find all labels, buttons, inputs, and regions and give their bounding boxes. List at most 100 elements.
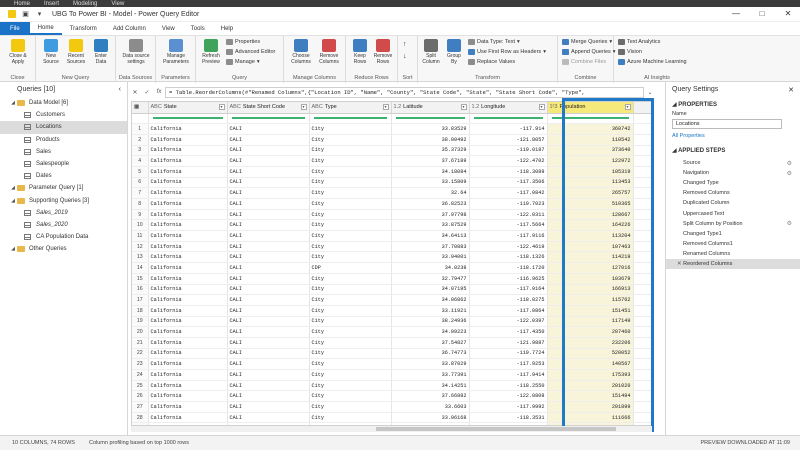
tab-tools[interactable]: Tools bbox=[183, 22, 213, 35]
query-item[interactable]: CA Population Data bbox=[0, 231, 127, 243]
maximize-icon[interactable]: □ bbox=[756, 9, 768, 18]
column-filter-dropdown-icon[interactable]: ▾ bbox=[382, 104, 389, 110]
merge-queries-button[interactable]: Merge Queries ▾ bbox=[562, 39, 612, 45]
query-name-input[interactable]: Locations bbox=[672, 119, 782, 129]
cell-state[interactable]: California bbox=[148, 316, 228, 328]
cell-longitude[interactable]: -122.4702 bbox=[469, 155, 548, 167]
cell-latitude[interactable]: 37.66882 bbox=[391, 390, 470, 403]
cell-type[interactable]: City bbox=[309, 401, 392, 413]
cell-population[interactable]: 207460 bbox=[547, 326, 634, 338]
cell-state-short-code[interactable]: CALI bbox=[227, 401, 310, 413]
cell-type[interactable]: City bbox=[309, 358, 392, 370]
applied-step[interactable]: Renamed Columns bbox=[666, 249, 800, 259]
cell-type[interactable]: City bbox=[309, 209, 392, 221]
cell-population[interactable]: 201899 bbox=[547, 401, 634, 413]
cell-latitude[interactable]: 33.87529 bbox=[391, 219, 470, 232]
cell-latitude[interactable]: 33.6603 bbox=[391, 401, 470, 413]
cell-state[interactable]: California bbox=[148, 294, 228, 306]
column-filter-dropdown-icon[interactable]: ▾ bbox=[300, 104, 307, 110]
cell-population[interactable]: 111666 bbox=[547, 412, 634, 424]
row-number[interactable]: 2 bbox=[132, 134, 149, 146]
cell-longitude[interactable]: -117.9414 bbox=[469, 369, 548, 381]
cell-population[interactable]: 166913 bbox=[547, 284, 634, 296]
expand-caret-icon[interactable]: ◢ bbox=[9, 246, 17, 252]
row-number[interactable]: 9 bbox=[132, 209, 149, 221]
cell-longitude[interactable]: -117.3506 bbox=[469, 177, 548, 189]
cell-longitude[interactable]: -117.914 bbox=[469, 123, 548, 135]
recent-sources-button[interactable]: Recent Sources bbox=[65, 39, 87, 65]
cell-latitude[interactable]: 32.79477 bbox=[391, 273, 470, 285]
split-column-button[interactable]: Split Column bbox=[420, 39, 442, 65]
save-icon[interactable]: ▣ bbox=[21, 10, 30, 19]
row-number[interactable]: 17 bbox=[132, 294, 149, 306]
query-item[interactable]: Locations bbox=[0, 121, 127, 134]
cell-state-short-code[interactable]: CALI bbox=[227, 241, 310, 253]
cell-population[interactable]: 265757 bbox=[547, 187, 634, 199]
row-number[interactable]: 11 bbox=[132, 230, 149, 242]
cell-type[interactable]: City bbox=[309, 337, 392, 349]
column-type-icon[interactable]: ABC bbox=[312, 104, 323, 110]
cell-state[interactable]: California bbox=[148, 412, 228, 424]
cell-type[interactable]: City bbox=[309, 326, 392, 338]
cell-type[interactable]: City bbox=[309, 305, 392, 317]
cell-longitude[interactable]: -117.0864 bbox=[469, 305, 548, 317]
row-number[interactable]: 20 bbox=[132, 326, 149, 338]
cell-population[interactable]: 105319 bbox=[547, 166, 634, 178]
cell-state[interactable]: California bbox=[148, 219, 228, 232]
cell-state[interactable]: California bbox=[148, 358, 228, 370]
cell-state-short-code[interactable]: CALI bbox=[227, 177, 310, 189]
cell-latitude[interactable]: 32.64 bbox=[391, 187, 470, 199]
cell-longitude[interactable]: -122.0808 bbox=[469, 390, 548, 403]
row-number[interactable]: 16 bbox=[132, 284, 149, 296]
cell-state-short-code[interactable]: CALI bbox=[227, 358, 310, 370]
text-analytics-button[interactable]: Text Analytics bbox=[618, 39, 660, 45]
cell-state-short-code[interactable]: CALI bbox=[227, 187, 310, 199]
row-number[interactable]: 28 bbox=[132, 412, 149, 424]
quick-access-dropdown-icon[interactable]: ▾ bbox=[35, 10, 44, 19]
query-item[interactable]: Products bbox=[0, 134, 127, 146]
cell-population[interactable]: 114219 bbox=[547, 251, 634, 264]
cell-type[interactable]: City bbox=[309, 145, 392, 157]
azure-ml-button[interactable]: Azure Machine Learning bbox=[618, 59, 687, 65]
row-number[interactable]: 1 bbox=[132, 123, 149, 135]
cell-latitude[interactable]: 34.18084 bbox=[391, 166, 470, 178]
cell-longitude[interactable]: -118.3531 bbox=[469, 412, 548, 424]
replace-values-button[interactable]: Replace Values bbox=[468, 59, 515, 65]
scrollbar-thumb[interactable] bbox=[376, 427, 616, 431]
cell-longitude[interactable]: -117.5664 bbox=[469, 219, 548, 232]
choose-columns-button[interactable]: Choose Columns bbox=[288, 39, 314, 65]
formula-input[interactable]: = Table.ReorderColumns(#"Renamed Columns… bbox=[165, 86, 644, 98]
cell-population[interactable]: 201020 bbox=[547, 380, 634, 392]
cell-longitude[interactable]: -122.0397 bbox=[469, 316, 548, 328]
row-number[interactable]: 10 bbox=[132, 219, 149, 232]
cell-longitude[interactable]: -118.3089 bbox=[469, 166, 548, 178]
cell-longitude[interactable]: -119.7023 bbox=[469, 198, 548, 210]
expand-caret-icon[interactable]: ◢ bbox=[9, 198, 17, 204]
query-item[interactable]: Sales_2019 bbox=[0, 207, 127, 219]
powerbi-menu-item[interactable]: Insert bbox=[44, 1, 59, 7]
cell-longitude[interactable]: -117.9253 bbox=[469, 358, 548, 370]
cell-latitude[interactable]: 37.70883 bbox=[391, 241, 470, 253]
cell-state[interactable]: California bbox=[148, 337, 228, 349]
cell-population[interactable]: 110542 bbox=[547, 134, 634, 146]
cell-state-short-code[interactable]: CALI bbox=[227, 337, 310, 349]
applied-step[interactable]: Source ⚙ bbox=[666, 158, 800, 168]
row-number[interactable]: 8 bbox=[132, 198, 149, 210]
cell-state[interactable]: California bbox=[148, 390, 228, 403]
row-number[interactable]: 4 bbox=[132, 155, 149, 167]
cell-population[interactable]: 510365 bbox=[547, 198, 634, 210]
cell-latitude[interactable]: 34.09223 bbox=[391, 326, 470, 338]
cell-latitude[interactable]: 34.64113 bbox=[391, 230, 470, 242]
row-number[interactable]: 18 bbox=[132, 305, 149, 317]
remove-rows-button[interactable]: Remove Rows bbox=[372, 39, 394, 65]
cell-state-short-code[interactable]: CALI bbox=[227, 273, 310, 285]
row-number[interactable]: 26 bbox=[132, 390, 149, 403]
row-number[interactable]: 24 bbox=[132, 369, 149, 381]
applied-step[interactable]: Split Column by Position ⚙ bbox=[666, 219, 800, 229]
advanced-editor-button[interactable]: Advanced Editor bbox=[226, 49, 275, 55]
cell-latitude[interactable]: 38.24936 bbox=[391, 316, 470, 328]
cell-type[interactable]: City bbox=[309, 251, 392, 264]
cell-state[interactable]: California bbox=[148, 177, 228, 189]
expand-caret-icon[interactable]: ◢ bbox=[9, 100, 17, 106]
query-item[interactable]: ◢ Other Queries bbox=[0, 243, 127, 255]
